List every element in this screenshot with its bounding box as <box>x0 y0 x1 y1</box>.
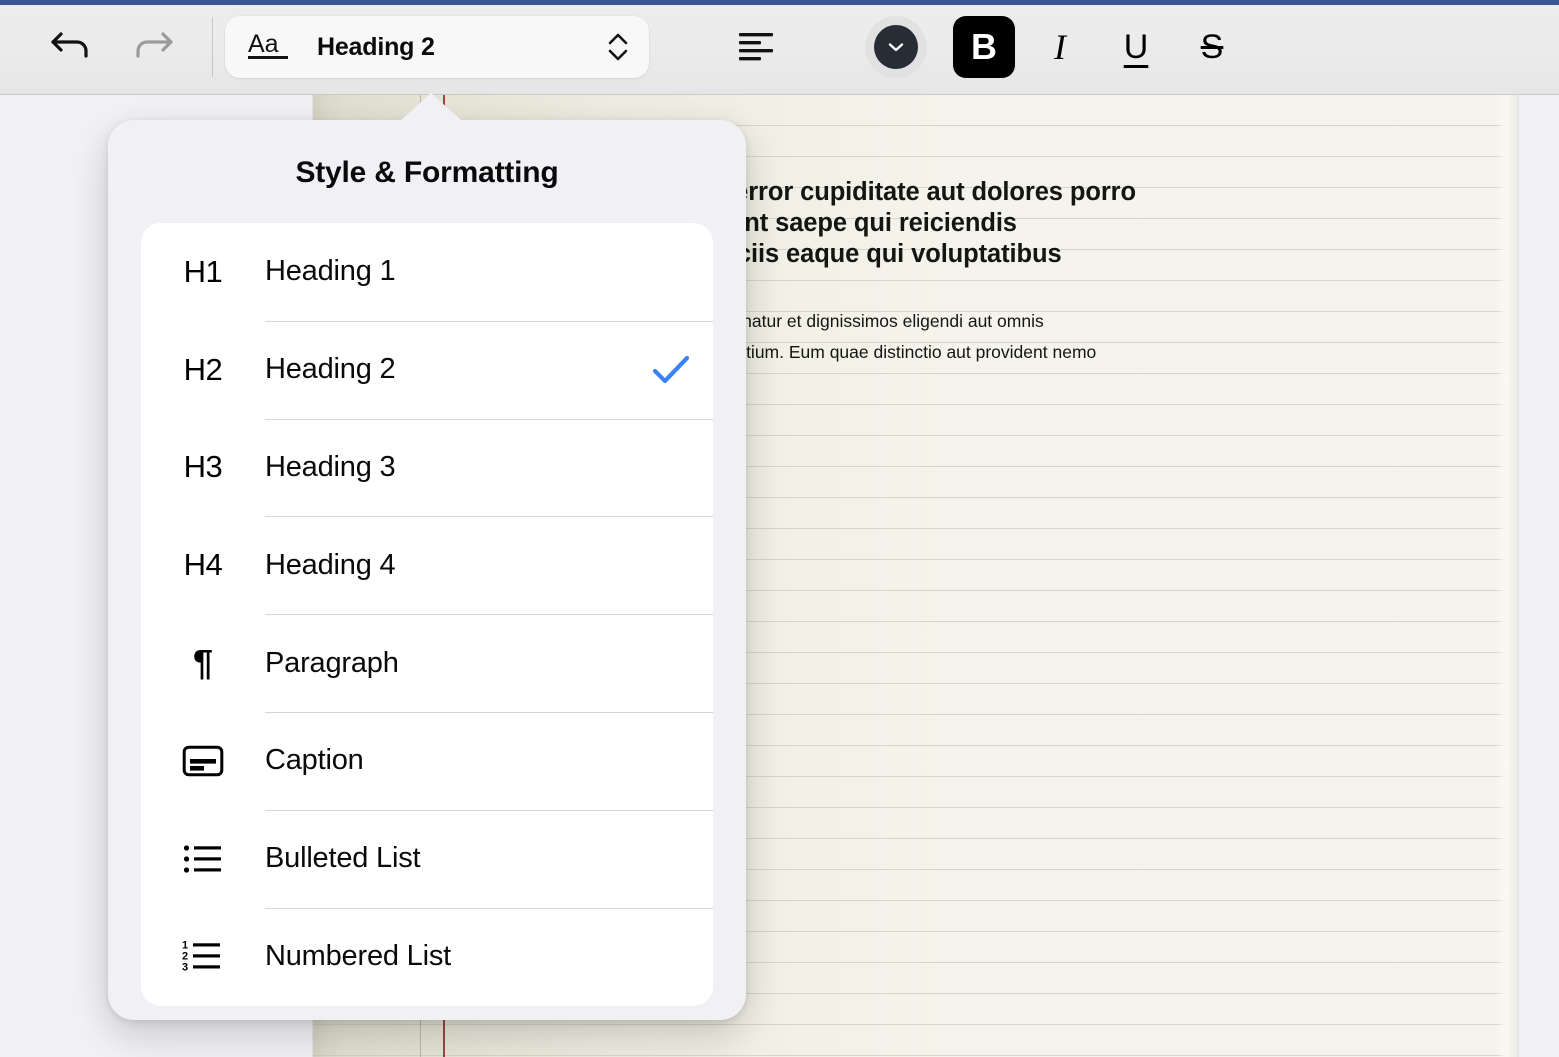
style-option-label: Caption <box>265 744 629 777</box>
toolbar-divider <box>212 17 213 77</box>
style-option-label: Paragraph <box>265 647 629 680</box>
formatting-toolbar: Aa Heading 2 B I <box>0 0 1559 95</box>
underline-button[interactable]: U <box>1105 16 1167 78</box>
caption-icon <box>141 744 265 778</box>
style-option-numbered-list[interactable]: 1 2 3 Numbered List <box>141 908 713 1006</box>
bold-button[interactable]: B <box>953 16 1015 78</box>
style-option-label: Bulleted List <box>265 842 629 875</box>
pilcrow-icon: ¶ <box>141 645 265 681</box>
h4-tag-icon: H4 <box>141 547 265 583</box>
bulleted-list-icon <box>141 842 265 876</box>
redo-arrow-icon <box>129 26 177 69</box>
align-left-icon <box>736 28 780 67</box>
chevron-up-down-icon <box>605 30 631 64</box>
style-option-heading-2[interactable]: H2 Heading 2 <box>141 321 713 419</box>
aa-text-style-icon: Aa <box>247 29 291 65</box>
align-left-button[interactable] <box>727 16 789 78</box>
svg-text:Aa: Aa <box>248 30 279 58</box>
redo-button[interactable] <box>120 14 186 80</box>
text-color-button[interactable] <box>865 16 927 78</box>
undo-arrow-icon <box>47 26 95 69</box>
style-option-label: Numbered List <box>265 940 629 973</box>
strikethrough-button[interactable]: S <box>1181 16 1243 78</box>
italic-button[interactable]: I <box>1029 16 1091 78</box>
style-option-bulleted-list[interactable]: Bulleted List <box>141 810 713 908</box>
style-option-paragraph[interactable]: ¶ Paragraph <box>141 614 713 712</box>
svg-text:3: 3 <box>182 962 188 974</box>
style-option-label: Heading 1 <box>265 255 629 288</box>
popover-title: Style & Formatting <box>108 120 746 190</box>
accent-strip <box>0 0 1559 5</box>
style-selector-button[interactable]: Aa Heading 2 <box>225 16 649 78</box>
numbered-list-icon: 1 2 3 <box>141 939 265 973</box>
popover-arrow <box>400 93 462 121</box>
color-swatch-chevron-down-icon <box>874 25 918 69</box>
style-options-list: H1 Heading 1 H2 Heading 2 H3 Heading 3 <box>141 223 713 1006</box>
h1-tag-icon: H1 <box>141 254 265 290</box>
style-option-heading-4[interactable]: H4 Heading 4 <box>141 516 713 614</box>
page-right-edge <box>1496 95 1518 1057</box>
style-option-label: Heading 4 <box>265 549 629 582</box>
style-option-heading-3[interactable]: H3 Heading 3 <box>141 419 713 517</box>
style-formatting-popover: Style & Formatting H1 Heading 1 H2 Headi… <box>108 120 746 1020</box>
style-option-label: Heading 2 <box>265 353 629 386</box>
checkmark-icon <box>629 354 713 386</box>
h3-tag-icon: H3 <box>141 449 265 485</box>
style-option-label: Heading 3 <box>265 451 629 484</box>
style-selector-value: Heading 2 <box>317 33 605 62</box>
h2-tag-icon: H2 <box>141 352 265 388</box>
style-option-caption[interactable]: Caption <box>141 712 713 810</box>
style-option-heading-1[interactable]: H1 Heading 1 <box>141 223 713 321</box>
undo-button[interactable] <box>38 14 104 80</box>
